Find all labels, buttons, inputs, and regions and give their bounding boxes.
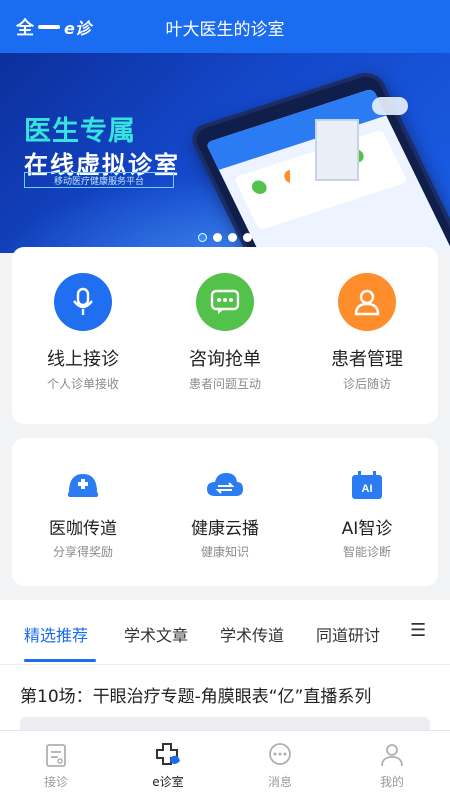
promo-banner[interactable]: 医生专属 在线虚拟诊室 移动医疗健康服务平台 [0,53,450,253]
tab-peer-discussion[interactable]: 同道研讨 [316,622,380,646]
feature-yika-share[interactable]: 医咖传道 分享得奖励 [12,468,154,560]
feature-label: 患者管理 [331,349,403,370]
banner-subtitle: 移动医疗健康服务平台 [24,172,174,188]
banner-title-line1: 医生专属 [24,116,136,147]
feature-sub: 智能诊断 [342,545,391,559]
feature-sub: 诊后随访 [342,377,391,391]
primary-features-card: 线上接诊 个人诊单接收 咨询抢单 患者问题互动 患者管理 诊后随访 [12,247,438,424]
page-title: 叶大医生的诊室 [165,20,285,40]
feature-sub: 分享得奖励 [52,545,113,559]
nav-item-profile[interactable]: 我的 [352,741,432,790]
nav-label: e诊室 [152,775,184,789]
medical-cross-icon [154,741,182,769]
microphone-icon [54,273,112,331]
nav-item-messages[interactable]: 消息 [240,741,320,790]
tab-academic-sharing[interactable]: 学术传道 [220,622,284,646]
feature-label: 医咖传道 [49,519,117,539]
feature-label: 咨询抢单 [189,349,261,370]
chat-bubble-icon [196,273,254,331]
pagination-dot-2[interactable] [213,233,222,242]
nav-label: 接诊 [43,775,68,789]
feature-sub: 患者问题互动 [188,377,261,391]
svg-text:AI: AI [362,483,373,495]
nav-label: 我的 [379,775,404,789]
cloud-illustration [372,97,408,115]
feature-health-cloud[interactable]: 健康云播 健康知识 [154,468,296,560]
profile-icon [378,741,406,769]
feature-patient-management[interactable]: 患者管理 诊后随访 [296,273,438,392]
ai-chip-icon: AI [347,468,387,502]
nav-item-e-clinic[interactable]: e诊室 [128,741,208,790]
feed-item-title[interactable]: 第10场：干眼治疗专题-角膜眼表“亿”直播系列 [20,682,371,707]
feature-label: 线上接诊 [47,349,119,370]
nav-item-consult[interactable]: 接诊 [16,741,96,790]
feature-consult-grab[interactable]: 咨询抢单 患者问题互动 [154,273,296,392]
clipboard-icon [42,741,70,769]
banner-pagination[interactable] [198,233,252,242]
feature-label: 健康云播 [191,519,259,539]
helmet-plus-icon [63,468,103,502]
nav-label: 消息 [267,775,292,789]
pagination-dot-1[interactable] [198,233,207,242]
hospital-building-illustration [315,119,359,181]
bottom-navigation: 接诊 e诊室 消息 我的 [0,730,450,800]
tab-featured[interactable]: 精选推荐 [24,622,88,646]
feature-online-consult[interactable]: 线上接诊 个人诊单接收 [12,273,154,392]
message-icon [266,741,294,769]
hamburger-icon[interactable]: ☰ [410,620,426,641]
cloud-sync-icon [205,468,245,502]
feed-item-thumbnail[interactable] [20,717,430,731]
user-icon [338,273,396,331]
feature-label: AI智诊 [341,519,393,539]
feature-ai-diagnosis[interactable]: AI AI智诊 智能诊断 [296,468,438,560]
feature-sub: 健康知识 [200,545,249,559]
secondary-features-card: 医咖传道 分享得奖励 健康云播 健康知识 AI AI智诊 智能诊断 [12,438,438,586]
tabs-divider [0,664,450,665]
content-feed-section: 精选推荐 学术文章 学术传道 同道研讨 ☰ 第10场：干眼治疗专题-角膜眼表“亿… [0,600,450,740]
feature-sub: 个人诊单接收 [46,377,119,391]
tab-academic-articles[interactable]: 学术文章 [124,622,188,646]
pagination-dot-4[interactable] [243,233,252,242]
active-tab-indicator [24,659,96,662]
pagination-dot-3[interactable] [228,233,237,242]
app-header: 全 e诊 叶大医生的诊室 [0,0,450,53]
doctor-illustration [290,163,310,201]
